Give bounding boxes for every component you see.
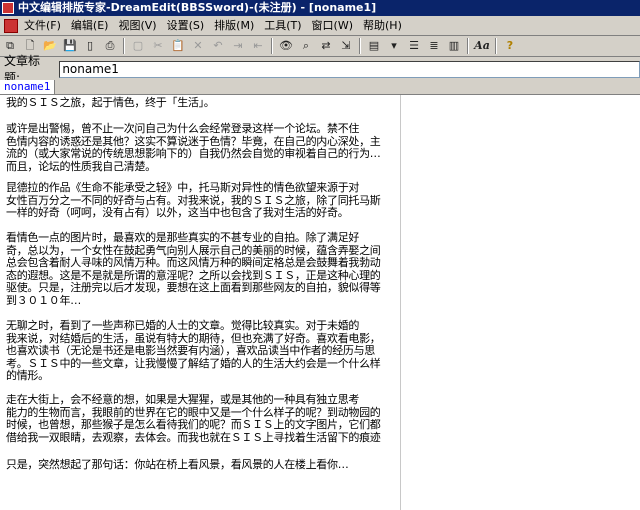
page-setup-icon[interactable]: ▯: [81, 37, 99, 55]
text-line: 看情色一点的图片时，最喜欢的是那些真实的不甚专业的自拍。除了满足好: [6, 231, 360, 244]
text-line: 或许是出警惕，曾不止一次问自己为什么会经常登录这样一个论坛。禁不住: [6, 122, 360, 135]
menu-edit[interactable]: 编辑(E): [69, 16, 117, 35]
print-preview-icon[interactable]: ▢: [129, 37, 147, 55]
toolbar-separator: [271, 38, 273, 54]
paragraph: 看情色一点的图片时，最喜欢的是那些真实的不甚专业的自拍。除了满足好 奇，总以为，…: [6, 231, 436, 308]
text-line: 也喜欢读书（无论是书还是电影当然要有内涵），喜欢品读当中作者的经历与思: [6, 344, 375, 358]
paste-icon[interactable]: 📋: [169, 37, 187, 55]
text-line: 总会包含着耐人寻味的风情万种。而这风情万种的瞬间定格总是会鼓舞着我勃动: [6, 256, 381, 270]
menu-settings[interactable]: 设置(S): [165, 16, 213, 35]
toolbar-separator: [467, 38, 469, 54]
format-icon[interactable]: ▤: [365, 37, 383, 55]
undo-icon[interactable]: ↶: [209, 37, 227, 55]
help-icon[interactable]: ?: [501, 37, 519, 55]
text-line: 而且，论坛的性质我自己清楚。: [6, 159, 156, 173]
text-line: 时候，也曾想，那些猴子是怎么看待我们的呢？而ＳＩＳ上的文字图片，它们都: [6, 418, 381, 432]
document-system-icon[interactable]: [4, 18, 18, 33]
paragraph: 无聊之时，看到了一些声称已婚的人士的文章。觉得比较真实。对于未婚的 我来说，对结…: [6, 319, 436, 383]
goto-icon[interactable]: ⇲: [337, 37, 355, 55]
delete-icon[interactable]: ✕: [189, 37, 207, 55]
menu-window[interactable]: 窗口(W): [310, 16, 361, 35]
toolbar-separator: [359, 38, 361, 54]
toolbar-separator: [123, 38, 125, 54]
text-line: 无聊之时，看到了一些声称已婚的人士的文章。觉得比较真实。对于未婚的: [6, 319, 360, 332]
find-icon[interactable]: 👁: [277, 37, 295, 55]
paragraph: 我的ＳＩＳ之旅，起于情色，终于「生活」。: [6, 96, 436, 110]
window-title: 中文编辑排版专家-DreamEdit(BBSSword)-(未注册) - [no…: [18, 1, 377, 14]
column-icon[interactable]: ▥: [445, 37, 463, 55]
text-line: 考。ＳＩＳ中的一些文章，让我慢慢了解结了婚的人的生活大约会是一个什么样: [6, 356, 381, 370]
article-title-input[interactable]: noname1: [59, 60, 640, 78]
find-next-icon[interactable]: ⌕: [297, 37, 315, 55]
toolbar-separator: [495, 38, 497, 54]
font-icon[interactable]: Aa: [473, 37, 491, 55]
indent-icon[interactable]: ⇥: [229, 37, 247, 55]
document-tabs: noname1: [0, 80, 640, 95]
text-line: 到３０１０年…: [6, 293, 81, 307]
replace-icon[interactable]: ⇄: [317, 37, 335, 55]
text-line: 走在大街上，会不经意的想，如果是大猩猩，或是其他的一种具有独立思考: [6, 393, 360, 406]
article-title-row: 文章标题: noname1: [0, 54, 640, 85]
paragraph: 昆德拉的作品《生命不能承受之轻》中，托马斯对异性的情色欲望来源于对 女性百万分之…: [6, 181, 436, 220]
app-icon: [2, 2, 14, 14]
paragraph: 走在大街上，会不经意的想，如果是大猩猩，或是其他的一种具有独立思考 能力的生物而…: [6, 393, 436, 444]
paragraph-icon[interactable]: ≣: [425, 37, 443, 55]
text-line: 借给我一双眼睛，去观察，去体会。而我也就在ＳＩＳ上寻找着生活留下的痕迹: [6, 430, 381, 444]
text-editor[interactable]: 我的ＳＩＳ之旅，起于情色，终于「生活」。 或许是出警惕，曾不止一次问自己为什么会…: [0, 95, 640, 510]
text-line: 流的（或大家常说的传统思想影响下的）自我仍然会自觉的审视着自己的行为…: [6, 147, 381, 161]
menu-file[interactable]: 文件(F): [22, 16, 69, 35]
title-bar: 中文编辑排版专家-DreamEdit(BBSSword)-(未注册) - [no…: [0, 0, 640, 16]
text-line: 的情形。: [6, 369, 49, 383]
menu-help[interactable]: 帮助(H): [361, 16, 410, 35]
save-icon[interactable]: 💾: [61, 37, 79, 55]
text-line: 昆德拉的作品《生命不能承受之轻》中，托马斯对异性的情色欲望来源于对: [6, 181, 360, 194]
paragraph: 只是，突然想起了那句话：你站在桥上看风景，看风景的人在楼上看你…: [6, 458, 436, 472]
dropdown-icon[interactable]: ▾: [385, 37, 403, 55]
toolbar: ⧉ 🗋 📂 💾 ▯ ⎙ ▢ ✂ 📋 ✕ ↶ ⇥ ⇤ 👁 ⌕ ⇄ ⇲ ▤ ▾ ☰ …: [0, 35, 640, 57]
cut-icon[interactable]: ✂: [149, 37, 167, 55]
menu-tools[interactable]: 工具(T): [262, 16, 309, 35]
typeset-icon[interactable]: ☰: [405, 37, 423, 55]
text-line: 我的ＳＩＳ之旅，起于情色，终于「生活」。: [6, 96, 215, 109]
menu-view[interactable]: 视图(V): [116, 16, 164, 35]
print-icon[interactable]: ⎙: [101, 37, 119, 55]
text-line: 一样的好奇（呵呵，没有占有）以外，这当中也包含了我对生活的好奇。: [6, 206, 349, 220]
text-line: 只是，突然想起了那句话：你站在桥上看风景，看风景的人在楼上看你…: [6, 458, 349, 471]
menu-layout[interactable]: 排版(M): [212, 16, 262, 35]
menu-bar: 文件(F) 编辑(E) 视图(V) 设置(S) 排版(M) 工具(T) 窗口(W…: [0, 16, 640, 36]
outdent-icon[interactable]: ⇤: [249, 37, 267, 55]
tab-noname1[interactable]: noname1: [0, 80, 56, 94]
paragraph: 或许是出警惕，曾不止一次问自己为什么会经常登录这样一个论坛。禁不住 色情内容的诱…: [6, 122, 436, 173]
